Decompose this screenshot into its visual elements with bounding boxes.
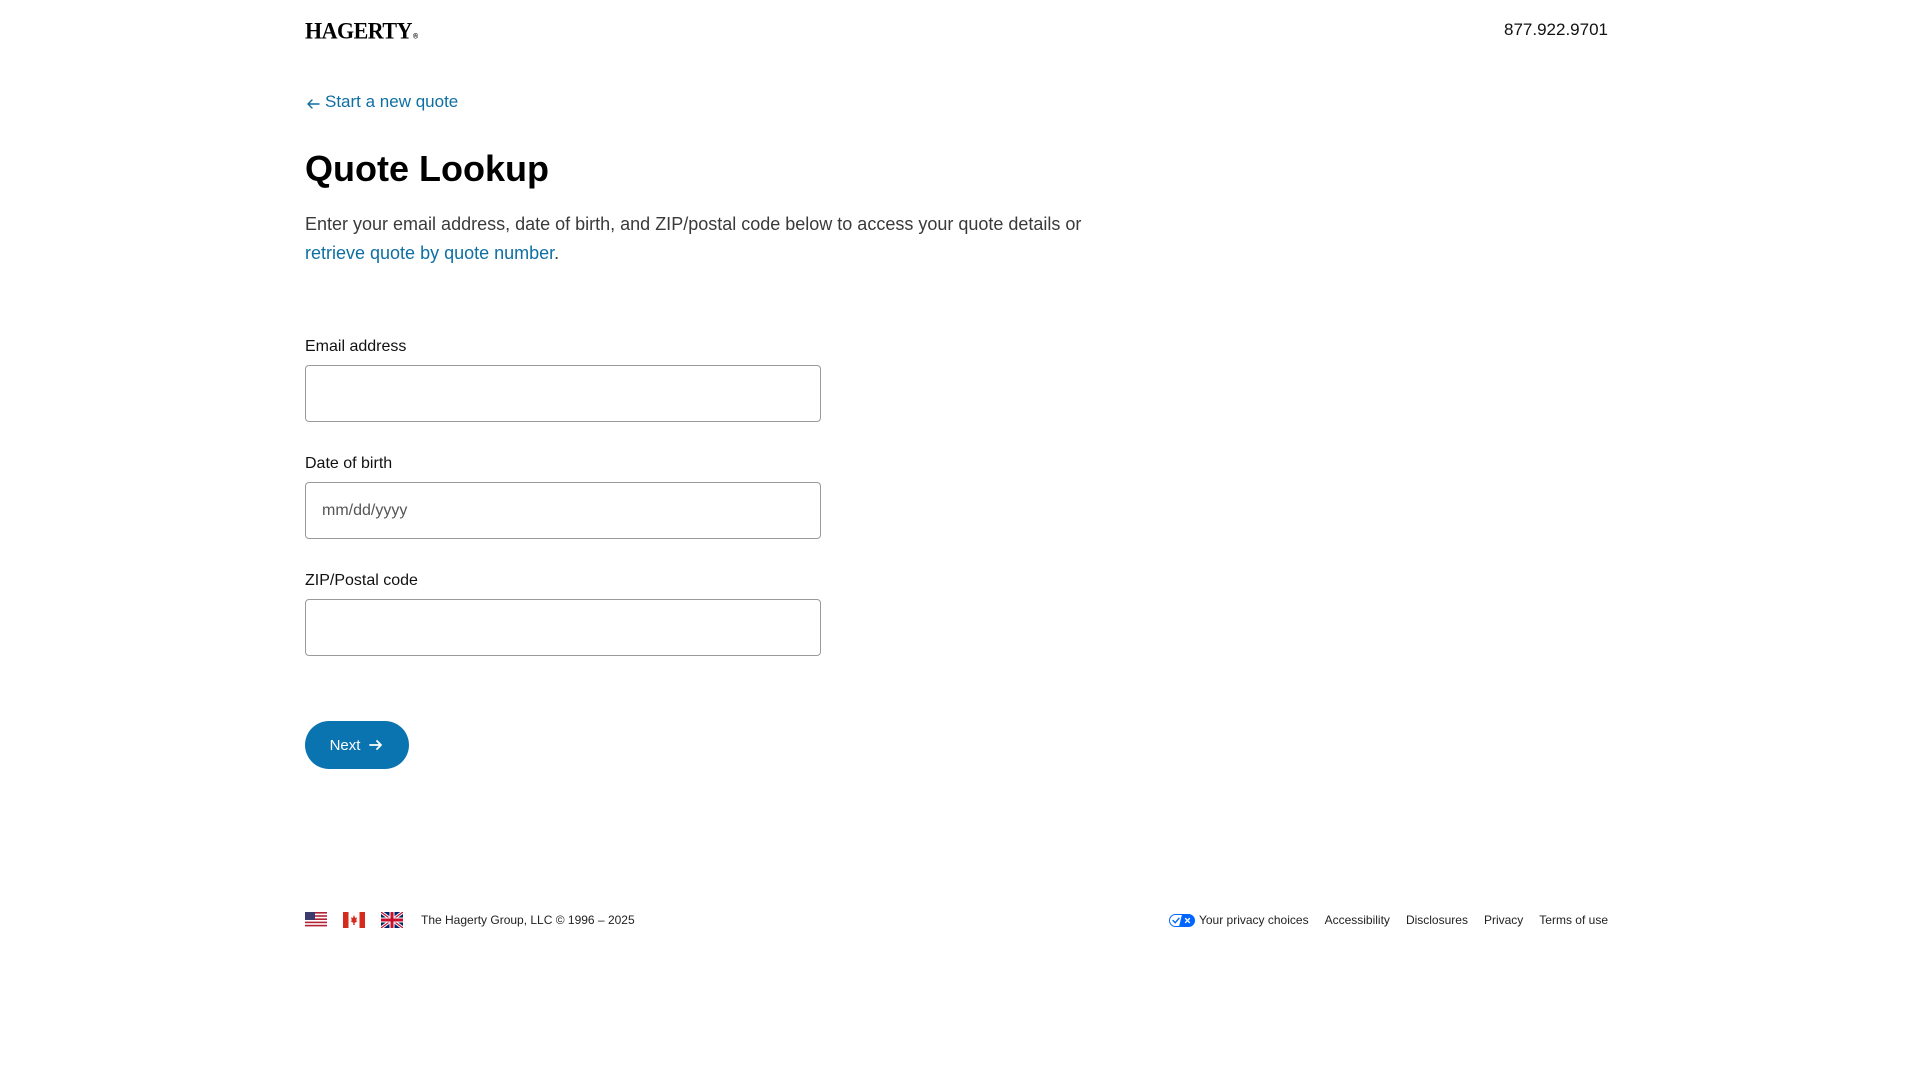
us-flag-icon[interactable] <box>305 912 327 928</box>
dob-input[interactable] <box>305 482 821 539</box>
disclosures-link[interactable]: Disclosures <box>1406 913 1468 927</box>
copyright-text: The Hagerty Group, LLC © 1996 – 2025 <box>421 913 635 927</box>
header: HAGERTY® 877.922.9701 <box>305 16 1608 44</box>
privacy-choices-label: Your privacy choices <box>1198 913 1309 927</box>
accessibility-link[interactable]: Accessibility <box>1325 913 1390 927</box>
page-title: Quote Lookup <box>305 148 549 189</box>
page: HAGERTY® 877.922.9701 Start a new quote … <box>0 0 1920 1080</box>
zip-field-group: ZIP/Postal code <box>305 572 821 656</box>
hagerty-logo[interactable]: HAGERTY® <box>305 17 418 44</box>
uk-flag-icon[interactable] <box>380 910 404 930</box>
logo-text: HAGERTY <box>305 17 412 44</box>
arrow-right-icon <box>368 737 384 753</box>
footer: The Hagerty Group, LLC © 1996 – 2025 You… <box>305 910 1608 930</box>
email-input[interactable] <box>305 365 821 422</box>
next-button-label: Next <box>329 736 361 754</box>
privacy-choices-icon <box>1168 913 1195 927</box>
footer-left: The Hagerty Group, LLC © 1996 – 2025 <box>305 910 635 930</box>
intro-text: Enter your email address, date of birth,… <box>305 210 1125 268</box>
dob-label: Date of birth <box>305 455 393 472</box>
start-new-quote-link[interactable]: Start a new quote <box>305 92 458 112</box>
privacy-link[interactable]: Privacy <box>1484 913 1523 927</box>
footer-links: Your privacy choices Accessibility Discl… <box>1168 910 1608 930</box>
intro-end: . <box>554 243 560 263</box>
registered-mark: ® <box>412 33 418 41</box>
arrow-left-icon <box>305 96 321 112</box>
next-button[interactable]: Next <box>305 721 409 769</box>
terms-of-use-link[interactable]: Terms of use <box>1539 913 1608 927</box>
zip-input[interactable] <box>305 599 821 656</box>
email-label: Email address <box>305 338 407 355</box>
start-new-quote-label: Start a new quote <box>325 92 459 111</box>
zip-label: ZIP/Postal code <box>305 572 418 589</box>
intro-body: Enter your email address, date of birth,… <box>305 214 1082 234</box>
email-field-group: Email address <box>305 338 821 422</box>
dob-field-group: Date of birth <box>305 455 821 539</box>
phone-number[interactable]: 877.922.9701 <box>1504 20 1608 40</box>
privacy-choices-link[interactable]: Your privacy choices <box>1168 913 1309 927</box>
retrieve-by-quote-number-link[interactable]: retrieve quote by quote number <box>305 243 554 263</box>
canada-flag-icon[interactable] <box>343 912 365 928</box>
